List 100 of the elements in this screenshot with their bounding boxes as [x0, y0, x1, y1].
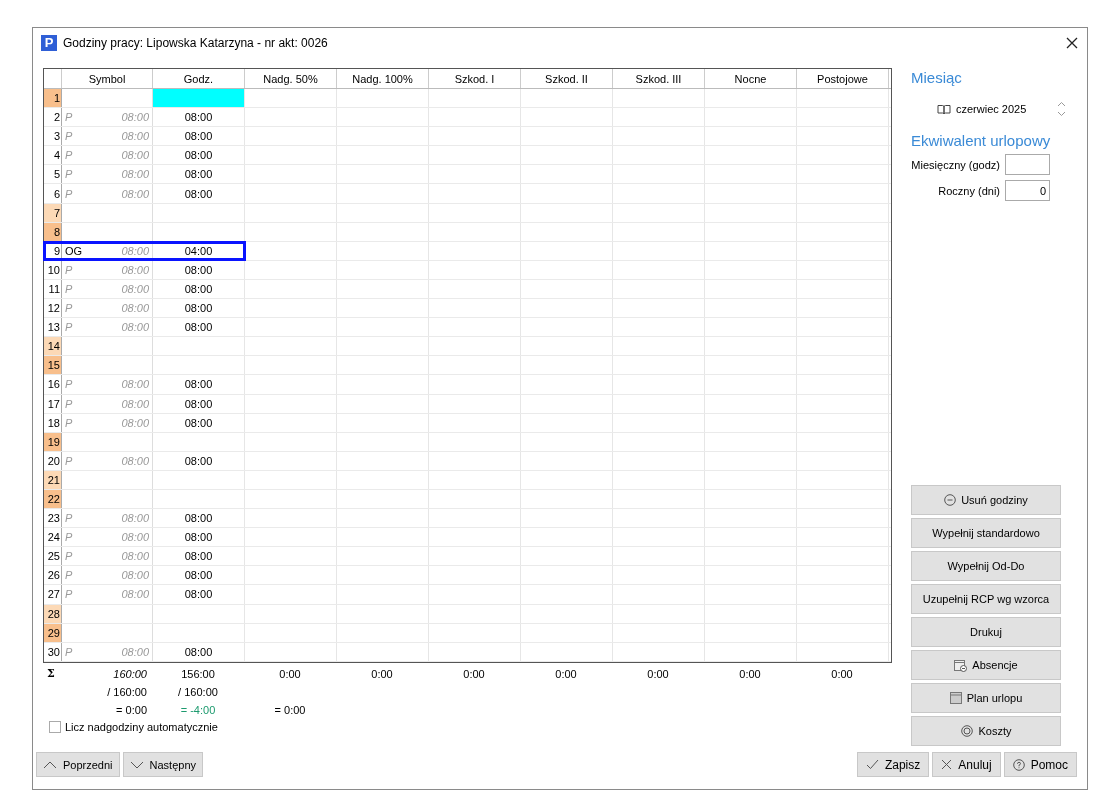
column-header: Szkod. II: [521, 69, 613, 88]
column-total: 156:00: [180, 667, 216, 680]
input-field[interactable]: 0: [1005, 180, 1050, 201]
hours-cell[interactable]: 08:00: [153, 279, 245, 299]
planned-hours: 08:00: [121, 263, 149, 276]
hours-cell[interactable]: 08:00: [153, 547, 245, 566]
month-value[interactable]: czerwiec 2025: [956, 103, 1027, 115]
hours-cell[interactable]: 08:00: [153, 318, 245, 337]
field-label: Miesięczny (godz): [911, 158, 1000, 171]
planned-hours: 08:00: [121, 569, 149, 582]
absence-symbol: P: [65, 531, 73, 544]
section-heading: Miesiąc: [911, 69, 963, 86]
hours-cell[interactable]: 08:00: [153, 566, 245, 585]
absence-symbol: P: [65, 187, 73, 200]
absence-symbol: P: [65, 569, 73, 582]
hours-cell[interactable]: 08:00: [153, 108, 245, 127]
hours-difference: = -4:00: [179, 703, 217, 716]
absence-symbol: P: [65, 645, 73, 658]
hours-cell[interactable]: 08:00: [153, 165, 245, 184]
absence-symbol: P: [65, 378, 73, 391]
action-button[interactable]: Usuń godziny: [911, 485, 1061, 515]
planned-hours: 08:00: [121, 321, 149, 334]
hours-cell[interactable]: 08:00: [153, 585, 245, 604]
action-button[interactable]: Absencje: [911, 650, 1061, 680]
dialog-button[interactable]: Anuluj: [932, 752, 1001, 777]
action-button[interactable]: Wypełnij Od-Do: [911, 551, 1061, 581]
column-header: Nocne: [705, 69, 797, 88]
hours-cell[interactable]: 08:00: [153, 146, 245, 165]
absence-symbol: P: [65, 588, 73, 601]
action-button[interactable]: Uzupełnij RCP wg wzorca: [911, 584, 1061, 614]
action-button[interactable]: Wypełnij standardowo: [911, 518, 1061, 548]
app-logo-icon: P: [41, 34, 57, 51]
absence-symbol: P: [65, 512, 73, 525]
action-button[interactable]: Koszty: [911, 716, 1061, 746]
absence-symbol: P: [65, 454, 73, 467]
hours-cell[interactable]: 04:00: [153, 241, 245, 260]
planned-hours: 08:00: [121, 149, 149, 162]
absence-symbol: P: [65, 111, 73, 124]
dialog-button[interactable]: Zapisz: [856, 752, 930, 777]
hours-cell[interactable]: 08:00: [153, 394, 245, 413]
absence-symbol: P: [65, 302, 73, 315]
calendar-icon: [949, 692, 962, 704]
section-heading: Ekwiwalent urlopowy: [911, 132, 1052, 149]
day-number-cell: 1: [44, 89, 62, 108]
column-total: 0:00: [646, 667, 670, 680]
spinner-arrows-icon[interactable]: [1057, 100, 1066, 118]
close-icon: [941, 759, 953, 770]
column-header: Szkod. I: [429, 69, 521, 88]
hours-cell[interactable]: 08:00: [153, 299, 245, 318]
dialog-button[interactable]: Pomoc: [1003, 752, 1077, 777]
absence-symbol: P: [65, 283, 73, 295]
planned-hours: 08:00: [121, 512, 149, 525]
hours-cell[interactable]: 08:00: [153, 375, 245, 394]
field-label: Roczny (dni): [938, 184, 1000, 197]
column-total: 0:00: [554, 667, 578, 680]
absence-symbol: P: [65, 416, 73, 429]
input-field[interactable]: [1005, 154, 1050, 175]
hours-cell[interactable]: 08:00: [153, 451, 245, 470]
planned-hours: 08:00: [121, 397, 149, 410]
action-button[interactable]: Drukuj: [911, 617, 1061, 647]
absence-symbol: OG: [65, 244, 83, 257]
absence-symbol: P: [65, 130, 73, 143]
hours-difference: = 0:00: [273, 703, 307, 716]
hours-cell[interactable]: 08:00: [153, 528, 245, 547]
column-header: Postojowe: [797, 69, 889, 88]
absence-symbol: P: [65, 263, 73, 276]
nav-button[interactable]: Poprzedni: [36, 752, 120, 777]
close-icon[interactable]: [1066, 36, 1078, 49]
chevron-up-icon: [43, 760, 57, 769]
column-total: 160:00: [112, 667, 148, 680]
action-button[interactable]: Plan urlopu: [911, 683, 1061, 713]
book-icon: [937, 103, 951, 115]
chevron-down-icon: [129, 760, 144, 769]
hours-cell[interactable]: 08:00: [153, 413, 245, 432]
day-number-cell: 15: [44, 356, 62, 375]
planned-hours: 08:00: [121, 645, 149, 658]
planned-hours: 08:00: [121, 283, 149, 295]
planned-hours: 08:00: [121, 416, 149, 429]
checkmark-icon: [865, 759, 879, 770]
hours-cell[interactable]: 08:00: [153, 509, 245, 528]
absence-symbol: P: [65, 321, 73, 334]
hours-cell[interactable]: 08:00: [153, 184, 245, 203]
checkbox-label: Licz nadgodziny automatycznie: [65, 720, 218, 733]
hours-cell[interactable]: 08:00: [153, 642, 245, 661]
column-total: 0:00: [278, 667, 302, 680]
planned-hours: 08:00: [121, 454, 149, 467]
absence-symbol: P: [65, 149, 73, 162]
sum-symbol: Σ: [46, 667, 56, 681]
hours-cell[interactable]: [153, 89, 245, 108]
nav-button[interactable]: Następny: [122, 752, 204, 777]
column-header: Godz.: [153, 69, 245, 88]
planned-hours: 08:00: [121, 531, 149, 544]
hours-cell[interactable]: 08:00: [153, 127, 245, 146]
hours-cell[interactable]: 08:00: [153, 260, 245, 279]
column-total: 0:00: [830, 667, 854, 680]
hours-difference: = 0:00: [115, 703, 148, 716]
column-total: 0:00: [738, 667, 762, 680]
checkbox[interactable]: [49, 720, 61, 733]
column-header: Nadg. 100%: [337, 69, 429, 88]
planned-hours: 08:00: [121, 550, 149, 563]
